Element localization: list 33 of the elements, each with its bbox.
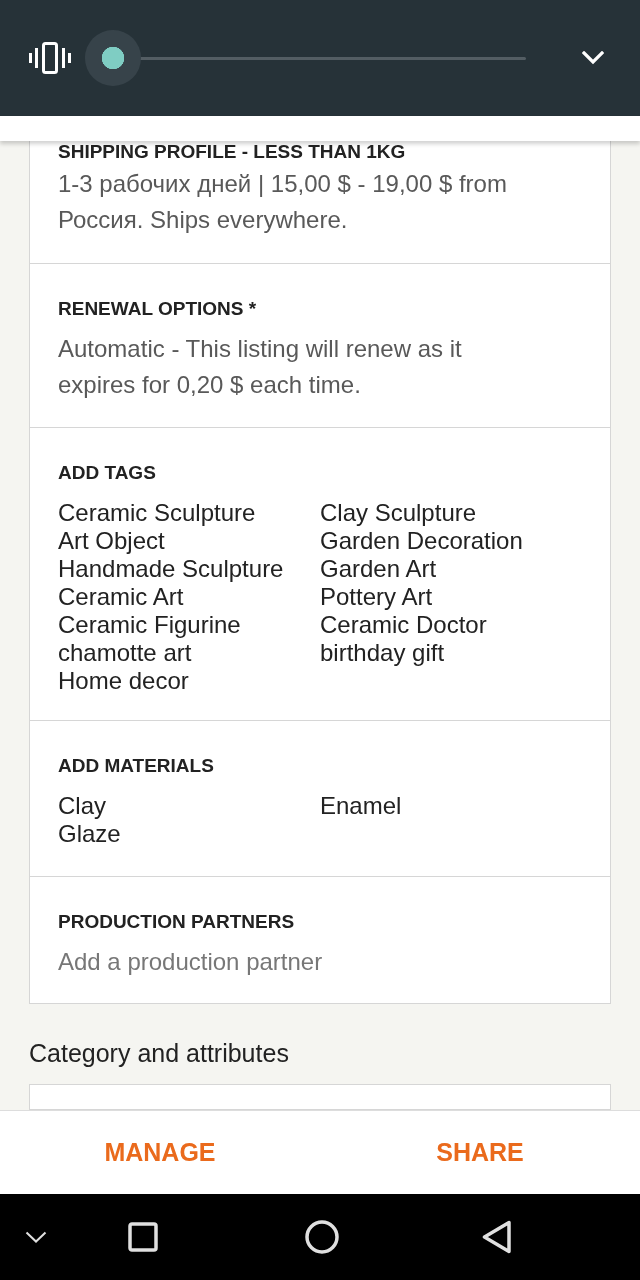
section-title: Category and attributes (29, 1039, 290, 1067)
vibrate-icon[interactable] (28, 42, 72, 74)
section-heading: ADD MATERIALS (58, 756, 215, 776)
section-heading: ADD TAGS (58, 463, 157, 483)
home-icon[interactable] (305, 1220, 339, 1254)
list-item: Ceramic Figurine (58, 611, 242, 639)
recents-icon[interactable] (128, 1222, 158, 1252)
list-item: Handmade Sculpture (58, 555, 285, 583)
list-item: Home decor (58, 667, 190, 695)
list-item: birthday gift (320, 639, 446, 667)
section-heading: SHIPPING PROFILE - LESS THAN 1KG (58, 142, 407, 162)
list-item: Ceramic Art (58, 583, 185, 611)
list-item: Enamel (320, 792, 403, 820)
section-heading: RENEWAL OPTIONS * (58, 299, 258, 319)
list-item: Glaze (58, 820, 122, 848)
section-description: 1-3 рабочих дней | 15,00 $ - 19,00 $ from Россия. Ships everywhere. (58, 169, 508, 235)
section-description: Automatic - This listing will renew as it expires for 0,20 $ each time. (58, 334, 463, 400)
list-item: Clay (58, 792, 107, 820)
list-item: chamotte art (58, 639, 193, 667)
list-item: Clay Sculpture (320, 499, 478, 527)
list-item: Art Object (58, 527, 166, 555)
list-item: Ceramic Sculpture (58, 499, 257, 527)
slider-thumb[interactable] (85, 30, 141, 86)
share-button[interactable]: SHARE (320, 1111, 640, 1194)
add-partner-button[interactable]: Add a production partner (58, 944, 323, 980)
list-item: Ceramic Doctor (320, 611, 488, 639)
list-item: Pottery Art (320, 583, 434, 611)
list-item: Garden Art (320, 555, 438, 583)
back-icon[interactable] (482, 1220, 512, 1254)
section-heading: PRODUCTION PARTNERS (58, 912, 296, 932)
list-item: Garden Decoration (320, 527, 524, 555)
manage-button[interactable]: MANAGE (0, 1111, 320, 1194)
chevron-down-icon[interactable] (25, 1231, 47, 1243)
